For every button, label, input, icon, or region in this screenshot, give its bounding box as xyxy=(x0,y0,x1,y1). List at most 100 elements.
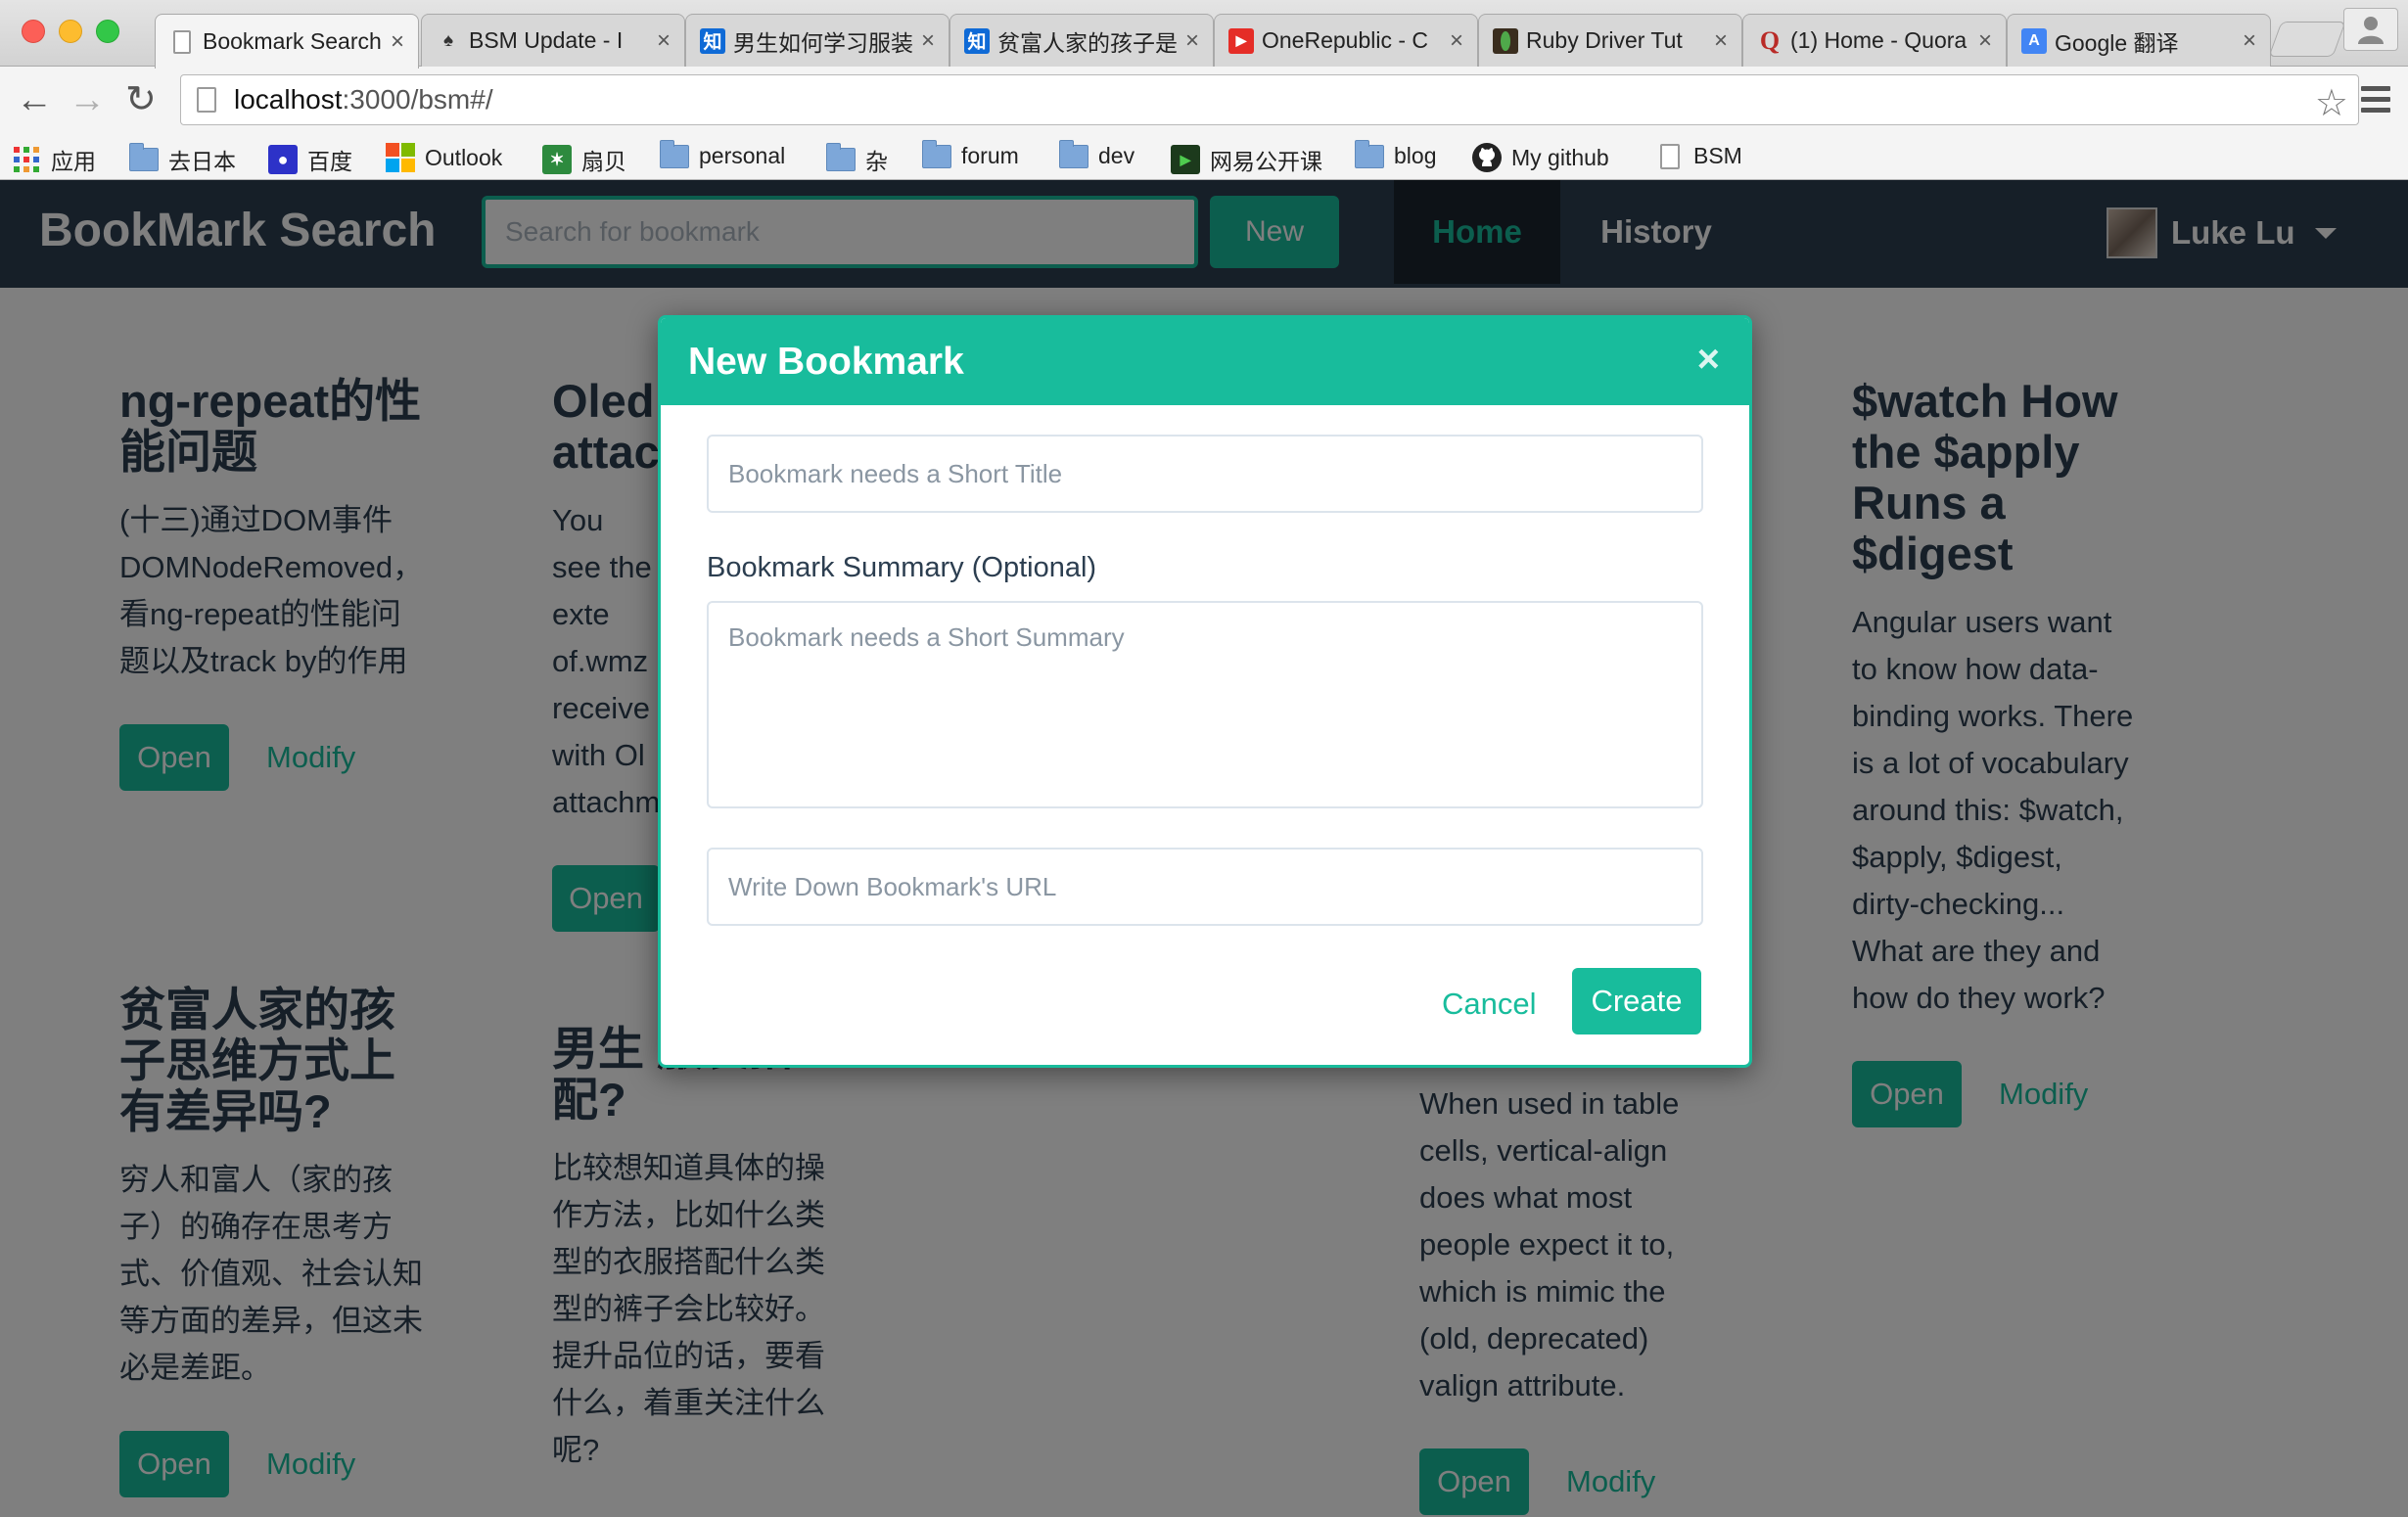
person-icon xyxy=(2358,17,2384,44)
tab-quora[interactable]: Q (1) Home - Quora × xyxy=(1742,14,2007,67)
translate-icon: A xyxy=(2021,27,2047,54)
tab-strip: Bookmark Search × ♠ BSM Update - I × 知 男… xyxy=(0,0,2408,69)
tab-title: BSM Update - I xyxy=(469,27,624,53)
close-icon[interactable]: × xyxy=(1450,27,1463,55)
title-field[interactable] xyxy=(707,435,1703,513)
profile-button[interactable] xyxy=(2343,8,2398,51)
folder-icon xyxy=(1059,139,1088,168)
close-icon[interactable]: × xyxy=(1714,27,1728,55)
bookmark-folder-japan[interactable]: 去日本 xyxy=(129,143,236,176)
bookmark-label: 扇贝 xyxy=(581,149,626,174)
url-text: localhost:3000/bsm#/ xyxy=(234,84,493,115)
bookmark-label: blog xyxy=(1394,143,1437,168)
tab-title: OneRepublic - C xyxy=(1262,27,1429,53)
close-icon[interactable]: × xyxy=(391,28,404,56)
tab-title: 贫富人家的孩子是 xyxy=(997,29,1178,56)
forward-arrow-icon[interactable]: → xyxy=(69,80,106,119)
page-icon xyxy=(1660,143,1680,169)
tab-title: Google 翻译 xyxy=(2055,29,2179,56)
close-icon[interactable]: × xyxy=(921,27,935,55)
baidu-icon: ● xyxy=(268,145,298,174)
title-input[interactable] xyxy=(709,437,1701,511)
tab-zhihu-fashion[interactable]: 知 男生如何学习服装 × xyxy=(685,14,949,67)
bookmark-label: Outlook xyxy=(425,144,503,170)
close-icon[interactable]: × xyxy=(1697,338,1720,382)
bookmark-label: forum xyxy=(961,143,1019,168)
bookmark-apps[interactable]: 应用 xyxy=(14,143,96,176)
bookmark-folder-dev[interactable]: dev xyxy=(1059,139,1135,169)
new-tab-button[interactable] xyxy=(2268,22,2346,57)
shanbay-icon: ✶ xyxy=(542,145,572,174)
create-button[interactable]: Create xyxy=(1572,968,1701,1034)
page-icon xyxy=(197,87,216,113)
bookmark-label: dev xyxy=(1098,143,1135,168)
close-icon[interactable]: × xyxy=(1185,27,1199,55)
tab-bsm-update[interactable]: ♠ BSM Update - I × xyxy=(421,14,685,67)
bookmark-github[interactable]: My github xyxy=(1472,143,1609,172)
bookmark-baidu[interactable]: ● 百度 xyxy=(268,143,352,176)
zoom-window-button[interactable] xyxy=(96,20,119,43)
bookmark-netease[interactable]: ▶ 网易公开课 xyxy=(1171,143,1322,176)
tab-google-translate[interactable]: A Google 翻译 × xyxy=(2007,14,2271,67)
close-icon[interactable]: × xyxy=(2243,27,2256,55)
reload-icon[interactable]: ↻ xyxy=(125,80,157,119)
tab-ruby-driver[interactable]: Ruby Driver Tut × xyxy=(1478,14,1742,67)
zhihu-icon: 知 xyxy=(964,27,990,54)
cancel-button[interactable]: Cancel xyxy=(1442,987,1537,1022)
youtube-icon: ▶ xyxy=(1228,27,1254,54)
url-input[interactable] xyxy=(709,850,1701,924)
bookmark-shanbay[interactable]: ✶ 扇贝 xyxy=(542,143,626,176)
url-field[interactable] xyxy=(707,848,1703,926)
bookmark-folder-misc[interactable]: 杂 xyxy=(826,143,888,176)
bookmark-label: 百度 xyxy=(307,149,352,174)
summary-field[interactable] xyxy=(707,601,1703,808)
github-icon xyxy=(1472,143,1502,172)
page-icon xyxy=(169,29,195,55)
folder-icon xyxy=(1355,139,1384,168)
minimize-window-button[interactable] xyxy=(59,20,82,43)
bookmark-label: 网易公开课 xyxy=(1210,149,1322,174)
bookmark-label: My github xyxy=(1511,144,1609,170)
bsm-icon: ♠ xyxy=(442,29,454,51)
close-icon[interactable]: × xyxy=(657,27,671,55)
bookmarks-bar: 应用 去日本 ● 百度 Outlook ✶ 扇贝 personal 杂 foru… xyxy=(0,135,2408,180)
tab-bookmark-search[interactable]: Bookmark Search × xyxy=(155,14,419,69)
summary-label: Bookmark Summary (Optional) xyxy=(707,552,1097,583)
bookmark-label: 应用 xyxy=(51,149,96,174)
tab-title: Ruby Driver Tut xyxy=(1526,27,1683,53)
bookmark-folder-blog[interactable]: blog xyxy=(1355,139,1437,169)
close-window-button[interactable] xyxy=(22,20,45,43)
tab-zhihu-wealth[interactable]: 知 贫富人家的孩子是 × xyxy=(949,14,1214,67)
back-arrow-icon[interactable]: ← xyxy=(16,80,53,119)
browser-toolbar: ← → ↻ localhost:3000/bsm#/ ☆ xyxy=(0,67,2408,135)
quora-icon: Q xyxy=(1759,25,1781,55)
windows-icon xyxy=(386,143,415,172)
folder-icon xyxy=(660,139,689,168)
bookmark-folder-forum[interactable]: forum xyxy=(922,139,1019,169)
bookmark-folder-personal[interactable]: personal xyxy=(660,139,786,169)
close-icon[interactable]: × xyxy=(1978,27,1992,55)
tab-onerepublic[interactable]: ▶ OneRepublic - C × xyxy=(1214,14,1478,67)
tab-title: Bookmark Search xyxy=(203,28,382,54)
apps-grid-icon xyxy=(14,147,39,172)
new-bookmark-modal: New Bookmark × Bookmark Summary (Optiona… xyxy=(658,315,1752,1068)
folder-icon xyxy=(826,143,856,171)
bookmark-outlook[interactable]: Outlook xyxy=(386,143,502,172)
modal-title: New Bookmark xyxy=(688,340,964,383)
bookmark-label: 杂 xyxy=(865,149,888,174)
bookmark-label: 去日本 xyxy=(168,149,236,174)
address-bar[interactable]: localhost:3000/bsm#/ ☆ xyxy=(180,74,2359,125)
folder-icon xyxy=(129,143,159,171)
bookmark-label: BSM xyxy=(1693,143,1742,168)
modal-header: New Bookmark × xyxy=(661,318,1749,405)
summary-textarea[interactable] xyxy=(709,603,1701,806)
folder-icon xyxy=(922,139,951,168)
zhihu-icon: 知 xyxy=(700,27,725,54)
mongodb-icon xyxy=(1493,27,1518,54)
tab-title: 男生如何学习服装 xyxy=(733,29,913,56)
hamburger-menu-icon[interactable] xyxy=(2361,86,2390,118)
star-icon[interactable]: ☆ xyxy=(2315,81,2348,125)
bookmark-bsm[interactable]: BSM xyxy=(1660,143,1742,169)
bookmark-label: personal xyxy=(699,143,786,168)
netease-icon: ▶ xyxy=(1171,145,1200,174)
